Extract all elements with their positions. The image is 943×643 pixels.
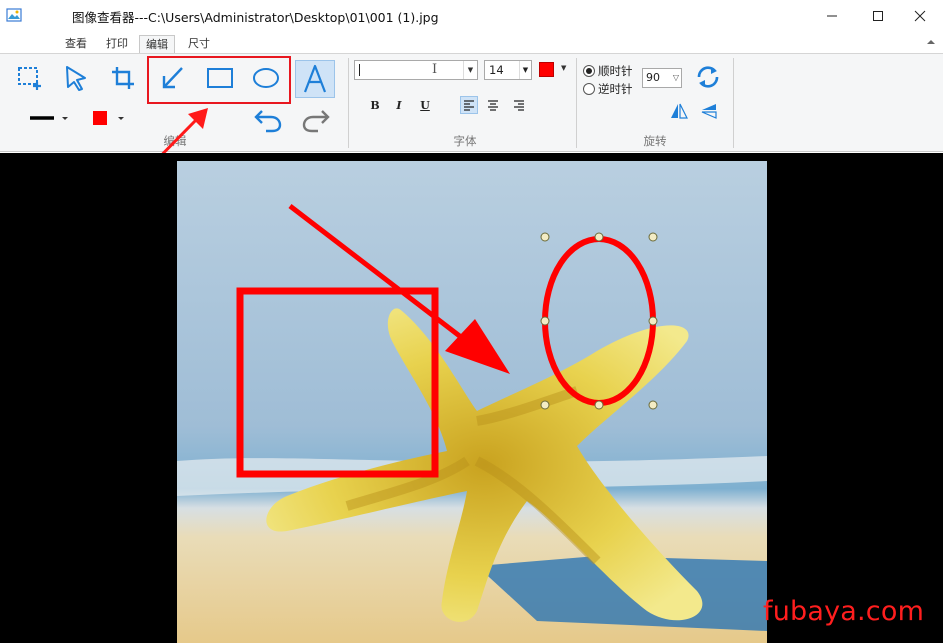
arrow-tool-button[interactable] bbox=[155, 62, 191, 94]
flip-vertical-icon bbox=[701, 104, 717, 119]
group-separator bbox=[576, 58, 577, 148]
arrow-tool-icon bbox=[162, 67, 183, 89]
undo-icon bbox=[254, 110, 282, 133]
text-tool-icon bbox=[303, 64, 327, 93]
rotate-angle-combobox[interactable]: 90 ▽ bbox=[642, 68, 682, 88]
align-center-icon bbox=[488, 100, 498, 111]
text-tool-button[interactable] bbox=[295, 60, 335, 98]
pointer-icon bbox=[66, 66, 86, 91]
ribbon-tabs: 查看 打印 编辑 尺寸 bbox=[0, 32, 943, 54]
crop-icon bbox=[112, 67, 134, 89]
image-canvas[interactable] bbox=[0, 153, 943, 643]
flip-vertical-button[interactable] bbox=[698, 101, 720, 121]
align-left-button[interactable] bbox=[460, 96, 478, 114]
italic-button[interactable]: I bbox=[390, 96, 408, 114]
line-width-button[interactable] bbox=[26, 110, 74, 126]
line-width-icon bbox=[30, 116, 68, 120]
minimize-icon bbox=[827, 15, 837, 17]
font-size-combobox[interactable]: 14 ▼ bbox=[484, 60, 532, 80]
align-right-button[interactable] bbox=[510, 96, 528, 114]
align-left-icon bbox=[464, 100, 474, 111]
tab-size[interactable]: 尺寸 bbox=[182, 35, 216, 54]
radio-unselected-icon bbox=[583, 83, 595, 95]
font-size-dropdown-icon[interactable]: ▼ bbox=[519, 61, 531, 79]
tab-view[interactable]: 查看 bbox=[59, 35, 93, 54]
redo-icon bbox=[302, 110, 330, 133]
rotate-group-label: 旋转 bbox=[643, 134, 667, 148]
collapse-ribbon-icon[interactable] bbox=[925, 36, 937, 48]
starfish-photo bbox=[177, 161, 767, 643]
font-size-value: 14 bbox=[489, 63, 504, 77]
window-title: 图像查看器---C:\Users\Administrator\Desktop\0… bbox=[72, 10, 439, 25]
clockwise-label: 顺时针 bbox=[598, 64, 633, 78]
rotate-angle-value: 90 bbox=[646, 71, 660, 84]
maximize-icon bbox=[873, 11, 883, 21]
align-right-icon bbox=[514, 100, 524, 111]
select-region-button[interactable] bbox=[12, 62, 48, 94]
rotate-icon bbox=[697, 66, 719, 88]
ibeam-cursor-icon: I bbox=[432, 62, 438, 77]
tab-print[interactable]: 打印 bbox=[100, 35, 134, 54]
ribbon-panel: 编辑 I ▼ 14 ▼ ▼ B I U 字体 顺时针 逆时针 90 ▽ 旋转 bbox=[0, 53, 943, 152]
rotate-button[interactable] bbox=[692, 62, 724, 92]
underline-button[interactable]: U bbox=[416, 96, 434, 114]
title-bar: 图像查看器---C:\Users\Administrator\Desktop\0… bbox=[0, 0, 943, 32]
minimize-button[interactable] bbox=[809, 0, 855, 32]
redo-button[interactable] bbox=[298, 104, 334, 134]
close-icon bbox=[914, 10, 926, 22]
select-region-icon bbox=[18, 67, 41, 90]
angle-dropdown-icon: ▽ bbox=[672, 73, 679, 82]
flip-horizontal-button[interactable] bbox=[668, 101, 690, 121]
counterclockwise-radio[interactable]: 逆时针 bbox=[583, 81, 633, 97]
group-separator bbox=[733, 58, 734, 148]
color-icon bbox=[93, 111, 124, 125]
clockwise-radio[interactable]: 顺时针 bbox=[583, 63, 633, 79]
group-separator bbox=[348, 58, 349, 148]
flip-horizontal-icon bbox=[671, 103, 688, 119]
maximize-button[interactable] bbox=[855, 0, 901, 32]
font-color-dropdown-icon[interactable]: ▼ bbox=[561, 64, 566, 72]
text-caret bbox=[359, 64, 360, 76]
watermark-text: fubaya.com bbox=[763, 596, 925, 627]
ellipse-tool-button[interactable] bbox=[248, 62, 284, 94]
line-color-button[interactable] bbox=[90, 110, 130, 126]
pointer-button[interactable] bbox=[58, 62, 94, 94]
rectangle-tool-button[interactable] bbox=[202, 62, 238, 94]
font-color-swatch[interactable] bbox=[539, 62, 554, 77]
image-viewer-icon bbox=[6, 8, 22, 22]
counterclockwise-label: 逆时针 bbox=[598, 82, 633, 96]
edit-group-label: 编辑 bbox=[163, 134, 187, 148]
font-dropdown-icon[interactable]: ▼ bbox=[463, 61, 477, 79]
font-name-combobox[interactable]: I ▼ bbox=[354, 60, 478, 80]
radio-selected-icon bbox=[583, 65, 595, 77]
undo-button[interactable] bbox=[250, 104, 286, 134]
font-group-label: 字体 bbox=[453, 134, 477, 148]
close-button[interactable] bbox=[897, 0, 943, 32]
rectangle-tool-icon bbox=[207, 68, 233, 88]
bold-button[interactable]: B bbox=[366, 96, 384, 114]
tab-edit[interactable]: 编辑 bbox=[139, 35, 175, 54]
crop-button[interactable] bbox=[105, 62, 141, 94]
align-center-button[interactable] bbox=[484, 96, 502, 114]
ellipse-tool-icon bbox=[253, 68, 279, 88]
